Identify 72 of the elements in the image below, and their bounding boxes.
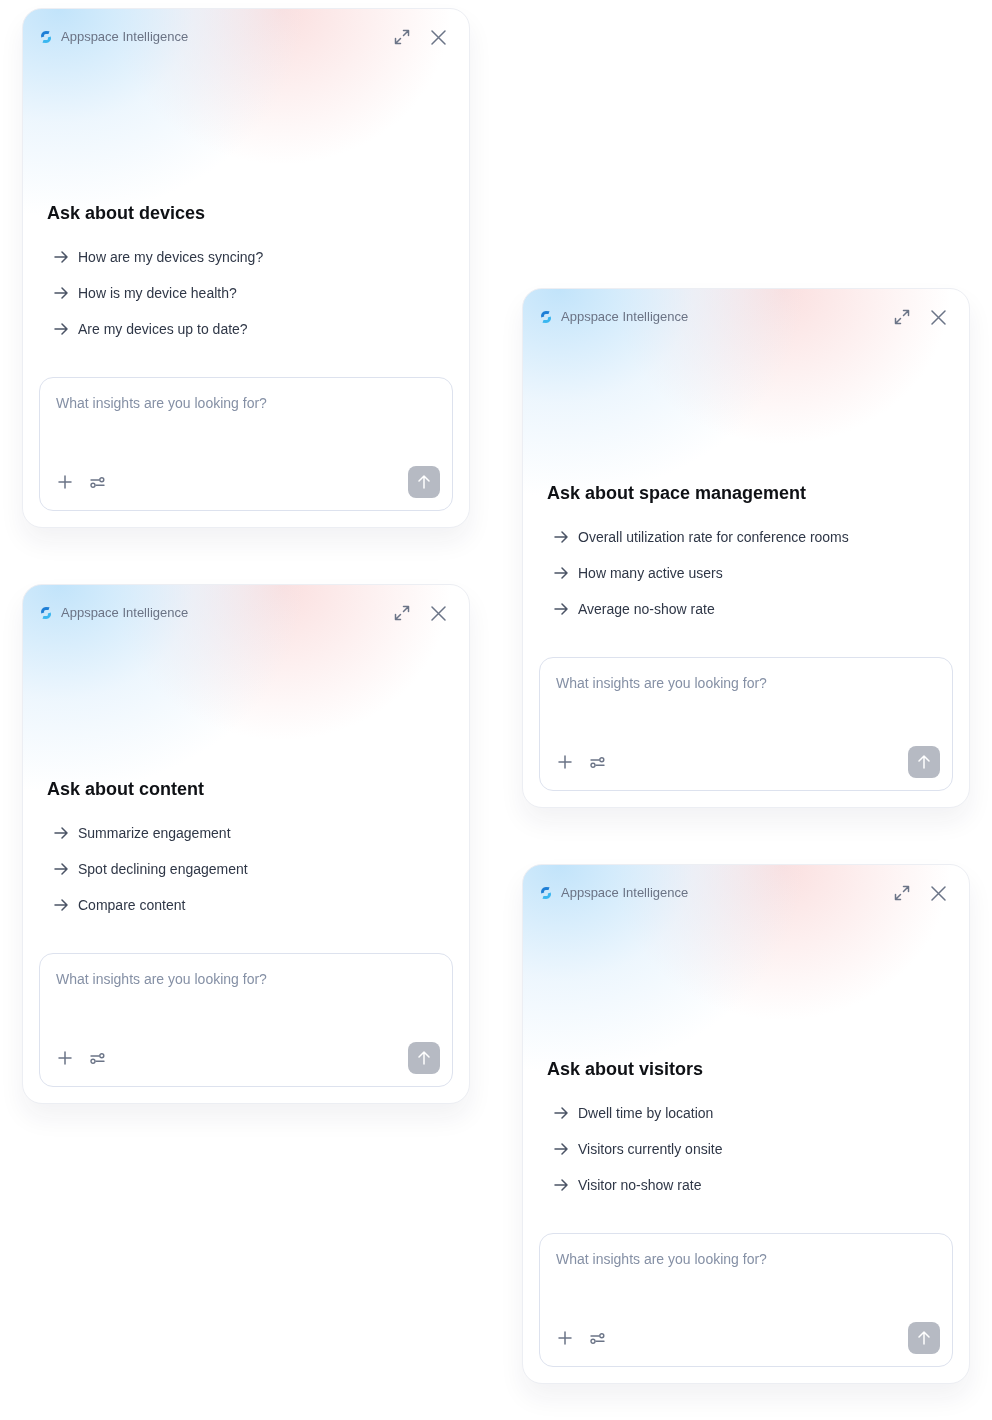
suggestion-item[interactable]: How is my device health? [39,275,243,311]
logo-icon [539,310,553,324]
brand-name: Appspace Intelligence [61,605,189,621]
arrow-up-icon [918,755,930,769]
expand-icon [894,309,910,325]
expand-icon [894,885,910,901]
arrow-right-icon [54,323,68,335]
arrow-right-icon [54,251,68,263]
close-button[interactable] [429,28,447,46]
card-title: Ask about content [47,778,205,801]
arrow-right-icon [54,287,68,299]
brand-name: Appspace Intelligence [561,309,689,325]
suggestion-item[interactable]: Spot declining engagement [39,851,254,887]
brand-name: Appspace Intelligence [61,29,189,45]
plus-icon [58,475,72,489]
suggestion-item[interactable]: How many active users [539,555,729,591]
plus-icon [58,1051,72,1065]
sliders-icon [589,756,605,768]
arrow-right-icon [554,1179,568,1191]
arrow-right-icon [554,567,568,579]
close-icon [930,885,946,901]
suggestion-item[interactable]: Visitors currently onsite [539,1131,729,1167]
expand-button[interactable] [893,308,911,326]
suggestion-item[interactable]: How are my devices syncing? [39,239,270,275]
close-button[interactable] [929,884,947,902]
expand-button[interactable] [393,604,411,622]
suggestion-item[interactable]: Dwell time by location [539,1095,720,1131]
expand-button[interactable] [893,884,911,902]
arrow-up-icon [418,475,430,489]
attach-button[interactable] [556,1329,574,1347]
plus-icon [558,1331,572,1345]
arrow-right-icon [554,531,568,543]
arrow-right-icon [54,863,68,875]
close-icon [430,605,446,621]
logo-icon [539,886,553,900]
card-title: Ask about space management [547,482,808,505]
expand-button[interactable] [393,28,411,46]
arrow-right-icon [54,827,68,839]
message-input[interactable]: What insights are you looking for? [56,392,440,416]
expand-icon [394,29,410,45]
arrow-right-icon [54,899,68,911]
suggestion-item[interactable]: Compare content [39,887,192,923]
attach-button[interactable] [56,1049,74,1067]
message-input[interactable]: What insights are you looking for? [556,1248,940,1272]
expand-icon [394,605,410,621]
card-title: Ask about visitors [547,1058,705,1081]
arrow-up-icon [418,1051,430,1065]
plus-icon [558,755,572,769]
sliders-icon [89,1052,105,1064]
attach-button[interactable] [56,473,74,491]
logo-icon [39,606,53,620]
arrow-up-icon [918,1331,930,1345]
attach-button[interactable] [556,753,574,771]
brand-name: Appspace Intelligence [561,885,689,901]
card-title: Ask about devices [47,202,207,225]
suggestion-item[interactable]: Overall utilization rate for conference rooms [539,519,855,555]
message-input[interactable]: What insights are you looking for? [556,672,940,696]
logo-icon [39,30,53,44]
suggestion-item[interactable]: Summarize engagement [39,815,237,851]
sliders-icon [589,1332,605,1344]
close-button[interactable] [429,604,447,622]
arrow-right-icon [554,1107,568,1119]
close-icon [430,29,446,45]
arrow-right-icon [554,1143,568,1155]
suggestion-item[interactable]: Visitor no-show rate [539,1167,708,1203]
sliders-icon [89,476,105,488]
message-input[interactable]: What insights are you looking for? [56,968,440,992]
close-button[interactable] [929,308,947,326]
close-icon [930,309,946,325]
arrow-right-icon [554,603,568,615]
suggestion-item[interactable]: Average no-show rate [539,591,721,627]
suggestion-item[interactable]: Are my devices up to date? [39,311,254,347]
